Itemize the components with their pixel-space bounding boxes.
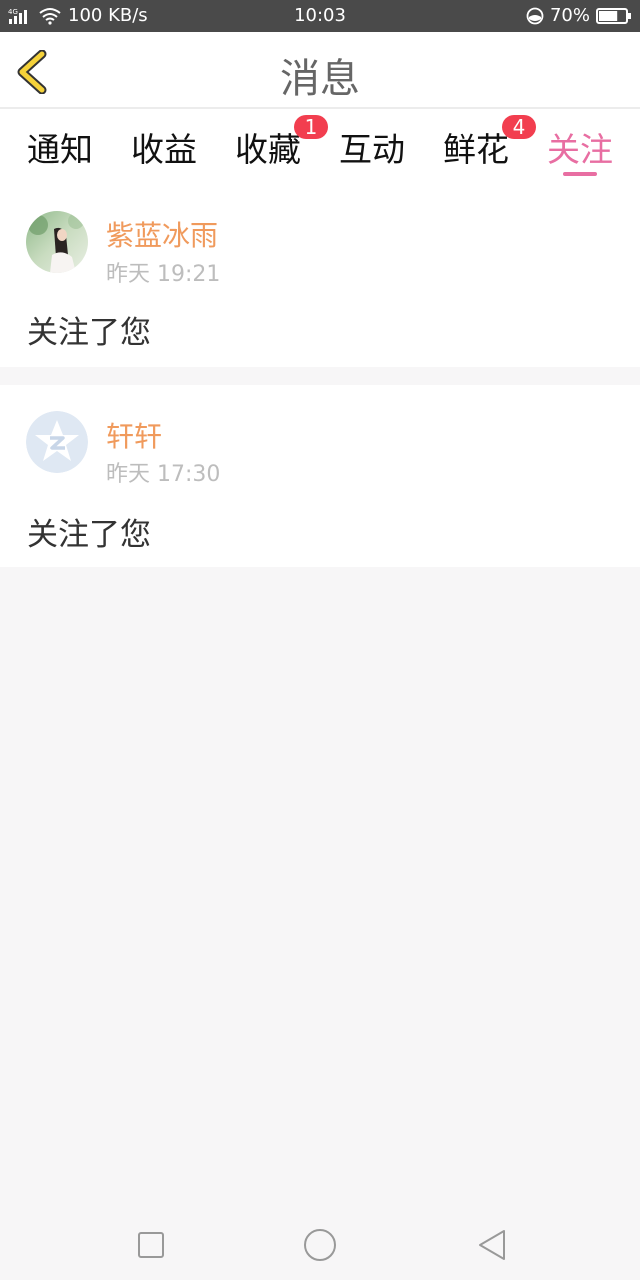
message-item[interactable]: 轩轩 昨天 17:30 关注了您 (0, 385, 640, 567)
message-text: 关注了您 (27, 517, 151, 553)
unread-badge: 1 (294, 115, 328, 139)
home-icon[interactable] (300, 1225, 340, 1265)
tab-label: 互动 (339, 130, 405, 169)
message-text: 关注了您 (27, 315, 151, 351)
tab-following[interactable]: 关注 (540, 123, 620, 171)
user-name[interactable]: 紫蓝冰雨 (106, 214, 218, 254)
default-avatar-icon[interactable] (26, 411, 88, 473)
tab-label: 收藏 (235, 130, 301, 169)
tab-notifications[interactable]: 通知 (20, 123, 100, 171)
message-time: 昨天 19:21 (106, 262, 221, 287)
battery-percent: 70% (549, 5, 590, 26)
page-title: 消息 (280, 56, 360, 102)
tab-earnings[interactable]: 收益 (124, 123, 204, 171)
tab-label: 关注 (547, 130, 613, 169)
tab-flowers[interactable]: 鲜花 4 (436, 115, 536, 171)
tab-favorites[interactable]: 收藏 1 (228, 115, 328, 171)
message-item[interactable]: 紫蓝冰雨 昨天 19:21 关注了您 (0, 182, 640, 367)
app-header: 消息 (0, 32, 640, 109)
message-time: 昨天 17:30 (106, 462, 221, 487)
unread-badge: 4 (502, 115, 536, 139)
tab-bar: 通知 收益 收藏 1 互动 鲜花 4 关注 (0, 109, 640, 182)
tab-label: 鲜花 (443, 130, 509, 169)
recent-apps-icon[interactable] (131, 1225, 171, 1265)
tab-label: 通知 (27, 130, 93, 169)
system-nav-bar (0, 1205, 640, 1280)
active-tab-indicator (563, 172, 597, 176)
battery-icon (596, 7, 631, 24)
status-bar: 4G 100 KB/s 10:03 70% (0, 0, 640, 32)
power-saving-icon (526, 7, 544, 24)
tab-label: 收益 (131, 130, 197, 169)
user-name[interactable]: 轩轩 (106, 415, 162, 455)
tab-interactions[interactable]: 互动 (332, 123, 412, 171)
photo-avatar[interactable] (26, 211, 88, 273)
back-triangle-icon[interactable] (472, 1225, 512, 1265)
